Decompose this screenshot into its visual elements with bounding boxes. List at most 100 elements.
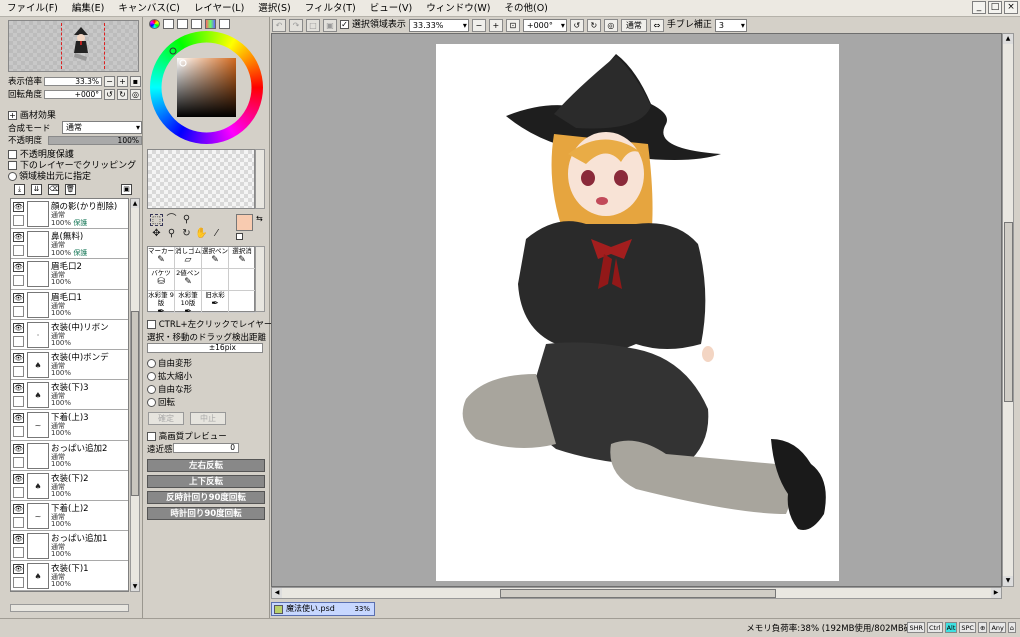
menu-select[interactable]: 選択(S) bbox=[251, 0, 297, 17]
delete-layer-icon[interactable]: 🗑 bbox=[65, 184, 76, 195]
eye-icon[interactable]: 👁 bbox=[13, 292, 24, 303]
layer-panel-toggle-icon[interactable]: ▣ bbox=[121, 184, 132, 195]
transform-rotate[interactable]: 回転 bbox=[147, 396, 175, 408]
menu-layer[interactable]: レイヤー(L) bbox=[187, 0, 251, 17]
layer-row[interactable]: 👁 眉毛口2 通常 100% bbox=[11, 259, 128, 290]
transform-free[interactable]: 自由変形 bbox=[147, 357, 192, 369]
eyedropper-icon[interactable]: ⁄ bbox=[210, 228, 223, 240]
blend-mode-select[interactable]: 通常 bbox=[62, 121, 142, 134]
brush-cell[interactable]: 水彩筆 9版 ✒ bbox=[148, 291, 175, 313]
eye-icon[interactable]: 👁 bbox=[13, 443, 24, 454]
lasso-icon[interactable]: ⌒ bbox=[165, 214, 178, 226]
brush-cell[interactable]: マーカー ✎ bbox=[148, 247, 175, 269]
zoom-out-icon[interactable]: − bbox=[471, 18, 486, 32]
layer-row[interactable]: 👁 顔の影(かり削除) 通常 100% 保護 bbox=[11, 199, 128, 230]
layer-list-hscrollbar[interactable] bbox=[10, 604, 129, 612]
menu-window[interactable]: ウィンドウ(W) bbox=[419, 0, 497, 17]
scratchpad-tab-icon[interactable] bbox=[219, 19, 230, 29]
rotate-ccw-icon[interactable]: ↺ bbox=[104, 88, 116, 100]
zoom-in-icon[interactable]: + bbox=[488, 18, 503, 32]
hsv-slider-tab-icon[interactable] bbox=[177, 19, 188, 29]
brush-grid-scrollbar[interactable] bbox=[255, 246, 265, 312]
color-wheel-tab-icon[interactable] bbox=[149, 19, 160, 29]
zoom-minus-icon[interactable]: − bbox=[104, 75, 116, 87]
canvas-viewport[interactable] bbox=[271, 33, 1002, 587]
eye-icon[interactable]: 👁 bbox=[13, 413, 24, 424]
layer-row[interactable]: 👁 ~ 下着(上)3 通常 100% bbox=[11, 410, 128, 441]
rotate-slider[interactable]: +000° bbox=[44, 89, 103, 99]
radio-icon[interactable] bbox=[147, 372, 156, 381]
radio-icon[interactable] bbox=[8, 172, 17, 181]
rotate-cw-90-button[interactable]: 時計回り90度回転 bbox=[147, 507, 265, 520]
zoom-reset-icon[interactable]: ⊡ bbox=[505, 18, 520, 32]
lock-toggle-icon[interactable] bbox=[13, 456, 24, 468]
undo-icon[interactable]: ↶ bbox=[272, 18, 286, 32]
eye-icon[interactable]: 👁 bbox=[13, 503, 24, 514]
cancel-button[interactable]: 中止 bbox=[190, 412, 226, 425]
scroll-down-icon[interactable]: ▼ bbox=[131, 582, 139, 591]
brush-cell[interactable]: バケツ ⛁ bbox=[148, 269, 175, 291]
lock-toggle-icon[interactable] bbox=[13, 215, 24, 226]
layer-row[interactable]: 👁 ♠ 衣装(下)2 通常 100% bbox=[11, 470, 128, 501]
layer-row[interactable]: 👁 おっぱい追加2 通常 100% bbox=[11, 440, 128, 471]
brush-cell[interactable]: 旧水彩 ✒ bbox=[202, 291, 229, 313]
checkbox-icon[interactable] bbox=[147, 320, 156, 329]
move-icon[interactable]: ✥ bbox=[150, 228, 163, 240]
drag-distance-slider[interactable]: ±16pix bbox=[147, 343, 263, 353]
checkbox-icon[interactable] bbox=[147, 432, 156, 441]
lock-toggle-icon[interactable] bbox=[13, 577, 24, 589]
rotation-select[interactable]: +000° bbox=[522, 18, 567, 32]
layer-row[interactable]: 👁 ~ 下着(上)2 通常 100% bbox=[11, 500, 128, 532]
brush-cell[interactable] bbox=[229, 269, 256, 291]
lock-toggle-icon[interactable] bbox=[13, 245, 24, 257]
transform-scale[interactable]: 拡大縮小 bbox=[147, 370, 192, 382]
color-wheel[interactable] bbox=[150, 31, 263, 144]
rotate-left-icon[interactable]: ↺ bbox=[569, 18, 584, 32]
brush-cell[interactable]: 消しゴム ▱ bbox=[175, 247, 202, 269]
layer-row[interactable]: 👁 ♠ 衣装(中)ボンデ 通常 100% bbox=[11, 349, 128, 381]
deselect-icon[interactable]: □ bbox=[306, 18, 320, 32]
layer-list[interactable]: 👁 顔の影(かり削除) 通常 100% 保護 👁 鼻(無料) 通常 100% 保護 👁 眉毛口2 通… bbox=[10, 198, 129, 592]
mixer-tab-icon[interactable] bbox=[191, 19, 202, 29]
scroll-up-icon[interactable]: ▲ bbox=[1003, 34, 1013, 44]
eye-icon[interactable]: 👁 bbox=[13, 352, 24, 363]
rotate-ccw-90-button[interactable]: 反時計回り90度回転 bbox=[147, 491, 265, 504]
radio-icon[interactable] bbox=[147, 359, 156, 368]
rgb-slider-tab-icon[interactable] bbox=[163, 19, 174, 29]
lock-toggle-icon[interactable] bbox=[13, 305, 24, 317]
transform-distort[interactable]: 自由な形 bbox=[147, 383, 192, 395]
menu-canvas[interactable]: キャンバス(C) bbox=[111, 0, 187, 17]
radio-icon[interactable] bbox=[147, 398, 156, 407]
radio-icon[interactable] bbox=[147, 385, 156, 394]
eye-icon[interactable]: 👁 bbox=[13, 262, 24, 273]
eye-icon[interactable]: 👁 bbox=[13, 473, 24, 484]
flip-horizontal-button[interactable]: 左右反転 bbox=[147, 459, 265, 472]
swatch-tab-icon[interactable] bbox=[205, 19, 216, 29]
checkbox-checked-icon[interactable]: ✓ bbox=[340, 19, 349, 29]
lock-toggle-icon[interactable] bbox=[13, 516, 24, 528]
selection-visible-toggle[interactable]: ✓ 選択領域表示 bbox=[340, 19, 406, 32]
minimize-button[interactable]: _ bbox=[972, 1, 986, 14]
foreground-color-swatch[interactable] bbox=[236, 214, 253, 231]
navigator-viewport[interactable] bbox=[61, 23, 105, 69]
layer-row[interactable]: 👁 鼻(無料) 通常 100% 保護 bbox=[11, 229, 128, 260]
brush-cell[interactable]: 水彩筆 10版 ✒ bbox=[175, 291, 202, 313]
blend-normal-button[interactable]: 通常 bbox=[620, 18, 647, 32]
close-button[interactable]: × bbox=[1004, 1, 1018, 14]
layer-row[interactable]: 👁 ♠ 衣装(下)3 通常 100% bbox=[11, 380, 128, 411]
merge-down-icon[interactable]: ⇊ bbox=[31, 184, 42, 195]
eye-icon[interactable]: 👁 bbox=[13, 232, 24, 243]
clear-layer-icon[interactable]: ⌫ bbox=[48, 184, 59, 195]
brush-cell[interactable] bbox=[229, 291, 256, 313]
canvas-paper[interactable] bbox=[436, 44, 839, 581]
document-tab[interactable]: 魔法使い.psd 33% bbox=[271, 602, 375, 616]
zoom-fit-icon[interactable]: ▪ bbox=[130, 75, 142, 87]
eye-icon[interactable]: 👁 bbox=[13, 322, 24, 333]
detect-source-toggle[interactable]: 領域検出元に指定 bbox=[8, 169, 91, 182]
scroll-up-icon[interactable]: ▲ bbox=[131, 199, 139, 208]
maximize-button[interactable]: □ bbox=[988, 1, 1002, 14]
scroll-right-icon[interactable]: ▶ bbox=[991, 588, 1001, 598]
menu-edit[interactable]: 編集(E) bbox=[65, 0, 111, 17]
layer-row[interactable]: 👁 眉毛口1 通常 100% bbox=[11, 289, 128, 320]
magic-wand-icon[interactable]: ⚲ bbox=[180, 214, 193, 226]
